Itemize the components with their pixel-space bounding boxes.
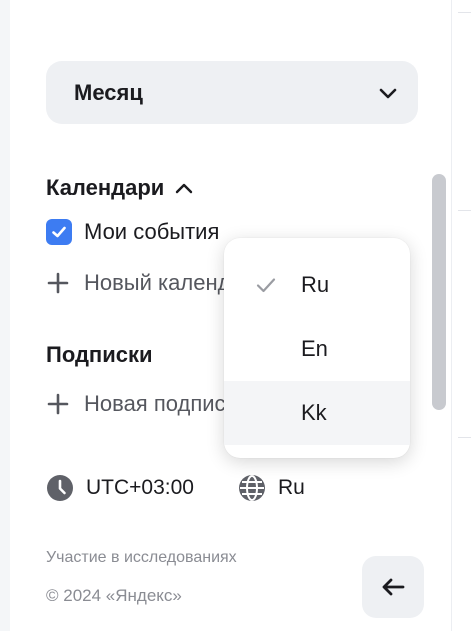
plus-icon <box>47 393 69 415</box>
calendars-section-toggle[interactable]: Календари <box>46 175 194 201</box>
language-button[interactable]: Ru <box>238 474 305 502</box>
main-area-edge <box>451 0 471 631</box>
language-option-label: Ru <box>301 272 330 297</box>
left-strip <box>0 0 10 631</box>
language-option-ru[interactable]: Ru <box>224 253 410 317</box>
check-icon <box>256 278 276 293</box>
language-option-label: Kk <box>301 400 327 425</box>
research-link[interactable]: Участие в исследованиях <box>46 549 237 567</box>
calendars-title: Календари <box>46 175 165 200</box>
chevron-down-icon <box>379 88 397 98</box>
copyright-text: © 2024 «Яндекс» <box>46 586 182 605</box>
language-menu: Ru En Kk <box>224 238 410 458</box>
sidebar-scrollbar[interactable] <box>432 174 446 410</box>
calendar-item-my-events[interactable]: Мои события <box>46 219 219 245</box>
collapse-sidebar-button[interactable] <box>362 556 424 618</box>
plus-icon <box>47 272 69 294</box>
timezone-value: UTC+03:00 <box>86 476 194 499</box>
language-option-label: En <box>301 336 328 361</box>
chevron-up-icon <box>176 183 193 194</box>
language-option-kk[interactable]: Kk <box>224 381 410 445</box>
language-value: Ru <box>277 476 305 499</box>
arrow-left-icon <box>382 578 405 596</box>
footer-settings: UTC+03:00 Ru <box>46 474 305 502</box>
checkbox-checked-icon[interactable] <box>46 219 72 245</box>
subscriptions-title-text: Подписки <box>46 342 153 367</box>
subscriptions-title: Подписки <box>46 342 153 368</box>
calendar-item-label: Мои события <box>84 219 220 244</box>
view-mode-select[interactable]: Месяц <box>46 61 418 124</box>
new-subscription-button[interactable]: Новая подписка <box>46 391 248 417</box>
language-option-en[interactable]: En <box>224 317 410 381</box>
clock-icon <box>47 475 73 501</box>
globe-icon <box>238 475 265 501</box>
view-mode-value: Месяц <box>74 79 143 105</box>
timezone-button[interactable]: UTC+03:00 <box>46 474 194 502</box>
